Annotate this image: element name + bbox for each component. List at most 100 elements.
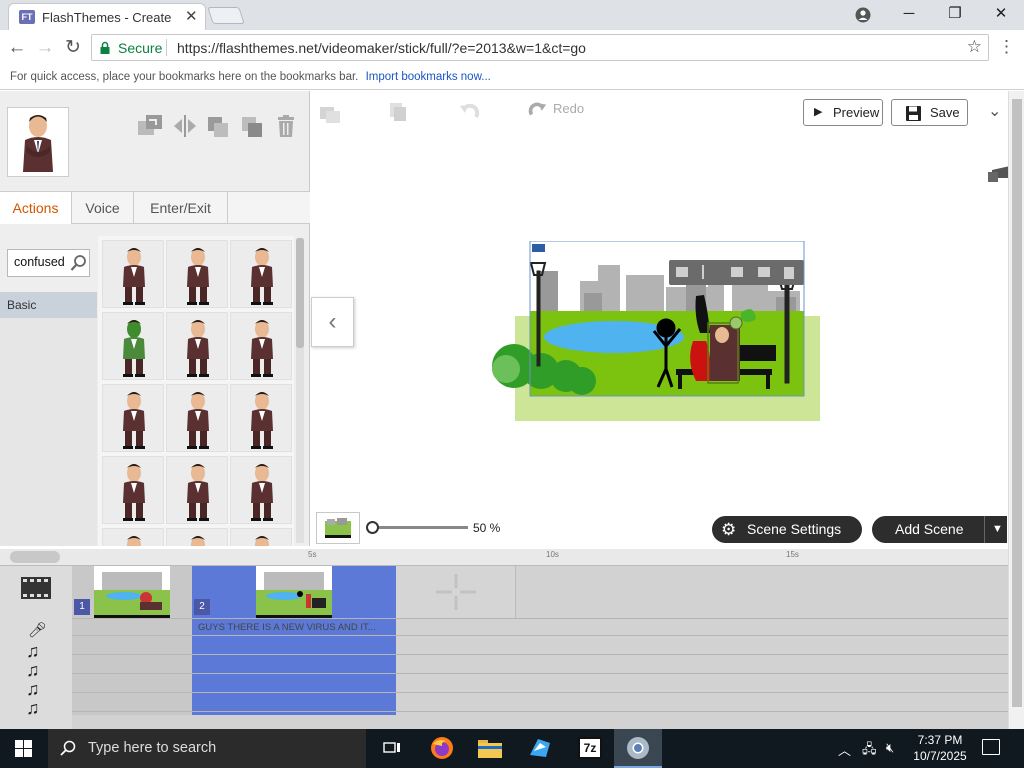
action-grid-scroll-thumb[interactable] bbox=[296, 238, 304, 348]
send-backward-icon[interactable] bbox=[240, 115, 266, 137]
bookmark-star-icon[interactable]: ☆ bbox=[967, 37, 982, 57]
flip-icon[interactable] bbox=[172, 115, 198, 137]
address-bar[interactable]: Secure https://flashthemes.net/videomake… bbox=[91, 34, 989, 61]
chrome-icon[interactable] bbox=[614, 729, 662, 768]
preview-label: Preview bbox=[833, 105, 880, 120]
browser-tab-strip: FT FlashThemes - Create ✕ ─ ❐ ✕ bbox=[0, 0, 1024, 30]
scene-preview-icon bbox=[325, 518, 351, 538]
browser-tab[interactable]: FT FlashThemes - Create ✕ bbox=[8, 3, 206, 30]
chevron-up-icon[interactable]: ︿ bbox=[838, 740, 851, 759]
action-category-list: Basic bbox=[0, 292, 97, 546]
restore-icon[interactable]: ❐ bbox=[932, 3, 978, 27]
tab-close-icon[interactable]: ✕ bbox=[185, 7, 198, 25]
action-grid-scrollbar[interactable] bbox=[296, 238, 304, 543]
redo-label[interactable]: Redo bbox=[553, 101, 584, 116]
7zip-icon[interactable]: 7z bbox=[566, 729, 614, 768]
action-thumbnail[interactable] bbox=[230, 240, 292, 308]
profile-icon[interactable] bbox=[840, 3, 886, 27]
action-thumbnail[interactable] bbox=[230, 456, 292, 524]
microphone-icon: 🎤︎ bbox=[28, 622, 48, 639]
action-thumbnail[interactable] bbox=[166, 240, 228, 308]
action-thumbnail[interactable] bbox=[102, 384, 164, 452]
network-icon[interactable]: 🖧 bbox=[862, 740, 877, 762]
stage[interactable] bbox=[486, 240, 820, 421]
tick-10s: 10s bbox=[546, 550, 559, 559]
taskbar-search-placeholder: Type here to search bbox=[88, 740, 217, 756]
category-basic[interactable]: Basic bbox=[0, 292, 97, 318]
tab-title: FlashThemes - Create bbox=[42, 10, 172, 25]
trash-icon[interactable] bbox=[274, 115, 300, 137]
action-thumbnail[interactable] bbox=[102, 240, 164, 308]
tab-enter-exit[interactable]: Enter/Exit bbox=[134, 192, 228, 224]
chrome-menu-icon[interactable]: ⋮ bbox=[998, 37, 1015, 57]
reload-icon[interactable]: ↻ bbox=[62, 37, 84, 59]
redo-icon[interactable] bbox=[528, 99, 548, 124]
action-thumbnail[interactable] bbox=[166, 528, 228, 546]
action-thumbnail[interactable] bbox=[230, 312, 292, 380]
speaker-muted-icon[interactable]: 🔇︎ bbox=[886, 740, 894, 756]
action-thumbnail[interactable] bbox=[102, 456, 164, 524]
search-icon[interactable] bbox=[70, 254, 88, 272]
forward-icon[interactable]: → bbox=[34, 37, 56, 59]
undo-icon[interactable] bbox=[458, 101, 480, 126]
save-button[interactable]: Save bbox=[891, 99, 968, 126]
add-scene-slot[interactable] bbox=[396, 566, 516, 618]
firefox-icon[interactable] bbox=[418, 729, 466, 768]
action-thumbnail[interactable] bbox=[102, 528, 164, 546]
zoom-slider-handle[interactable] bbox=[366, 521, 379, 534]
businessman-pose-icon bbox=[123, 320, 145, 377]
scene-settings-label: Scene Settings bbox=[747, 521, 842, 537]
back-icon[interactable]: ← bbox=[6, 37, 28, 59]
page-scroll-thumb[interactable] bbox=[1012, 99, 1022, 707]
scene-settings-button[interactable]: ⚙ Scene Settings bbox=[712, 516, 862, 543]
speech-clip-text[interactable]: GUYS THERE IS A NEW VIRUS AND IT... bbox=[198, 622, 376, 633]
start-button[interactable] bbox=[0, 729, 48, 768]
action-thumbnail[interactable] bbox=[166, 384, 228, 452]
new-tab-button[interactable] bbox=[207, 7, 245, 24]
file-explorer-icon[interactable] bbox=[466, 729, 514, 768]
arrange-icon[interactable] bbox=[138, 115, 164, 137]
tick-5s: 5s bbox=[308, 550, 317, 559]
scene-number-2: 2 bbox=[194, 599, 210, 615]
timeline-ruler: 5s 10s 15s bbox=[0, 549, 1008, 566]
action-search-input[interactable]: confused bbox=[7, 249, 90, 277]
url-text[interactable]: https://flashthemes.net/videomaker/stick… bbox=[177, 40, 586, 56]
copy-icon[interactable] bbox=[388, 101, 408, 126]
character-thumbnail[interactable] bbox=[7, 107, 69, 177]
notifications-icon[interactable] bbox=[982, 739, 1000, 755]
action-thumbnail[interactable] bbox=[102, 312, 164, 380]
paste-icon[interactable] bbox=[318, 103, 342, 126]
secure-label: Secure bbox=[118, 40, 163, 56]
chevron-down-icon[interactable]: ⌄ bbox=[988, 101, 1001, 121]
add-scene-dropdown-icon[interactable]: ▼ bbox=[984, 516, 1003, 543]
action-thumbnail[interactable] bbox=[230, 528, 292, 546]
track-icons: 🎤︎ ♫ ♫ ♫ ♫ bbox=[0, 566, 72, 729]
zoom-slider-track[interactable] bbox=[372, 526, 468, 529]
bookmarks-hint: For quick access, place your bookmarks h… bbox=[10, 71, 359, 83]
action-thumbnail[interactable] bbox=[230, 384, 292, 452]
bluestacks-icon[interactable] bbox=[516, 729, 564, 768]
minimize-icon[interactable]: ─ bbox=[886, 3, 932, 27]
bookmarks-bar: For quick access, place your bookmarks h… bbox=[0, 66, 1024, 90]
businessman-pose-icon bbox=[127, 536, 141, 546]
scene-canvas[interactable] bbox=[486, 240, 820, 421]
tab-actions[interactable]: Actions bbox=[0, 192, 72, 224]
page-scrollbar[interactable] bbox=[1008, 91, 1024, 729]
bring-forward-icon[interactable] bbox=[206, 115, 232, 137]
task-view-icon[interactable] bbox=[368, 729, 416, 768]
taskbar-clock[interactable]: 7:37 PM 10/7/2025 bbox=[910, 732, 970, 764]
taskbar-search[interactable]: Type here to search bbox=[48, 729, 366, 768]
collapse-panel-button[interactable]: ‹ bbox=[311, 297, 354, 347]
import-bookmarks-link[interactable]: Import bookmarks now... bbox=[366, 71, 491, 83]
add-scene-button[interactable]: Add Scene ▼ bbox=[872, 516, 1007, 543]
action-grid bbox=[98, 236, 294, 546]
scene-thumbnail[interactable] bbox=[316, 512, 360, 544]
preview-button[interactable]: ▶ Preview bbox=[803, 99, 883, 126]
tick-15s: 15s bbox=[786, 550, 799, 559]
close-window-icon[interactable]: ✕ bbox=[978, 3, 1024, 27]
action-thumbnail[interactable] bbox=[166, 312, 228, 380]
music-lane-1 bbox=[72, 637, 1008, 655]
action-thumbnail[interactable] bbox=[166, 456, 228, 524]
tab-voice[interactable]: Voice bbox=[72, 192, 134, 224]
timeline-zoom-handle[interactable] bbox=[10, 551, 60, 563]
